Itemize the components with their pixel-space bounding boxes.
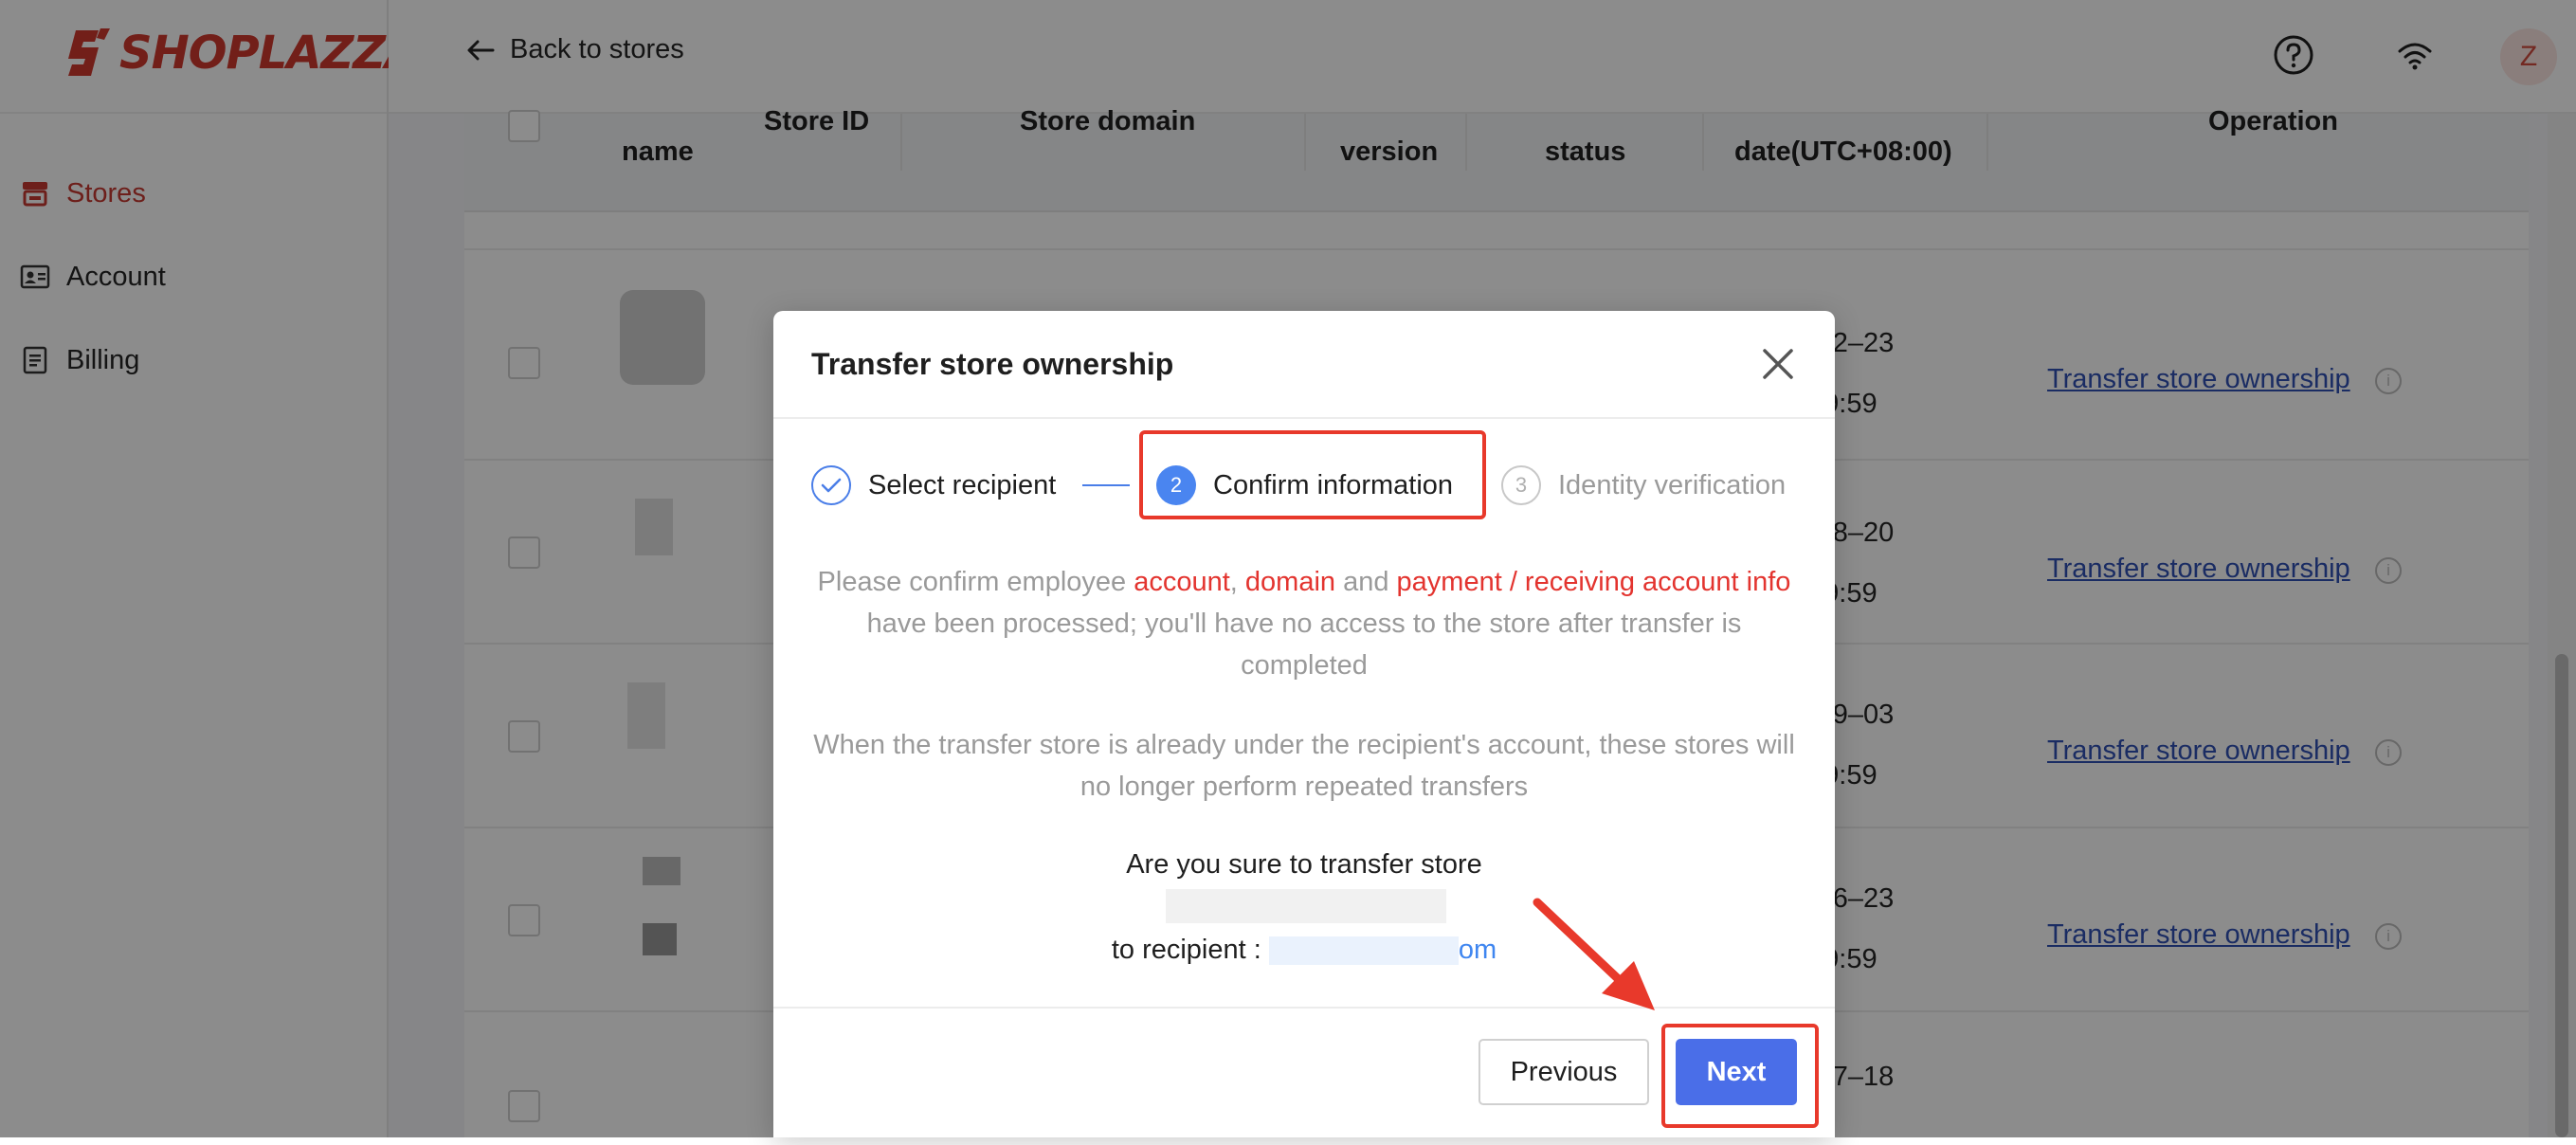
- recipient-label: to recipient :: [1111, 935, 1269, 965]
- step-select-recipient: Select recipient: [811, 451, 1056, 519]
- modal-title: Transfer store ownership: [811, 347, 1174, 381]
- notice-text: Please confirm employee: [817, 567, 1134, 597]
- recipient-email-end: om: [1458, 935, 1497, 965]
- store-domain-redacted: [1166, 889, 1446, 923]
- notice-highlight-domain: domain: [1244, 567, 1336, 597]
- step-label: Select recipient: [868, 469, 1057, 500]
- confirm-question: Are you sure to transfer store: [1126, 849, 1482, 880]
- repeat-transfer-notice: When the transfer store is already under…: [813, 730, 1795, 802]
- notice-text: have been processed; you'll have no acce…: [866, 609, 1742, 681]
- step-identity-verification: 3 Identity verification: [1501, 451, 1786, 519]
- notice-highlight-account: account: [1134, 567, 1230, 597]
- notice-text: ,: [1229, 567, 1245, 597]
- active-step-highlight: [1139, 430, 1486, 519]
- transfer-ownership-modal: Transfer store ownership Select recipien…: [773, 311, 1835, 1137]
- notice-text: and: [1335, 567, 1397, 597]
- modal-header-divider: [773, 417, 1835, 419]
- next-button-highlight: [1661, 1024, 1819, 1128]
- recipient-email: om: [1268, 935, 1497, 966]
- check-icon: [811, 465, 851, 505]
- recipient-line: to recipient : om: [811, 935, 1797, 966]
- step-number: 3: [1501, 465, 1541, 505]
- notice-highlight-payment: payment / receiving account info: [1396, 567, 1791, 597]
- close-icon[interactable]: [1759, 345, 1797, 383]
- modal-footer-divider: [773, 1007, 1835, 1009]
- recipient-email-redacted: [1268, 936, 1459, 966]
- step-connector: [1082, 484, 1130, 486]
- previous-button[interactable]: Previous: [1478, 1039, 1649, 1105]
- step-label: Identity verification: [1558, 469, 1787, 500]
- confirm-notice: Please confirm employee account, domain …: [811, 561, 1797, 686]
